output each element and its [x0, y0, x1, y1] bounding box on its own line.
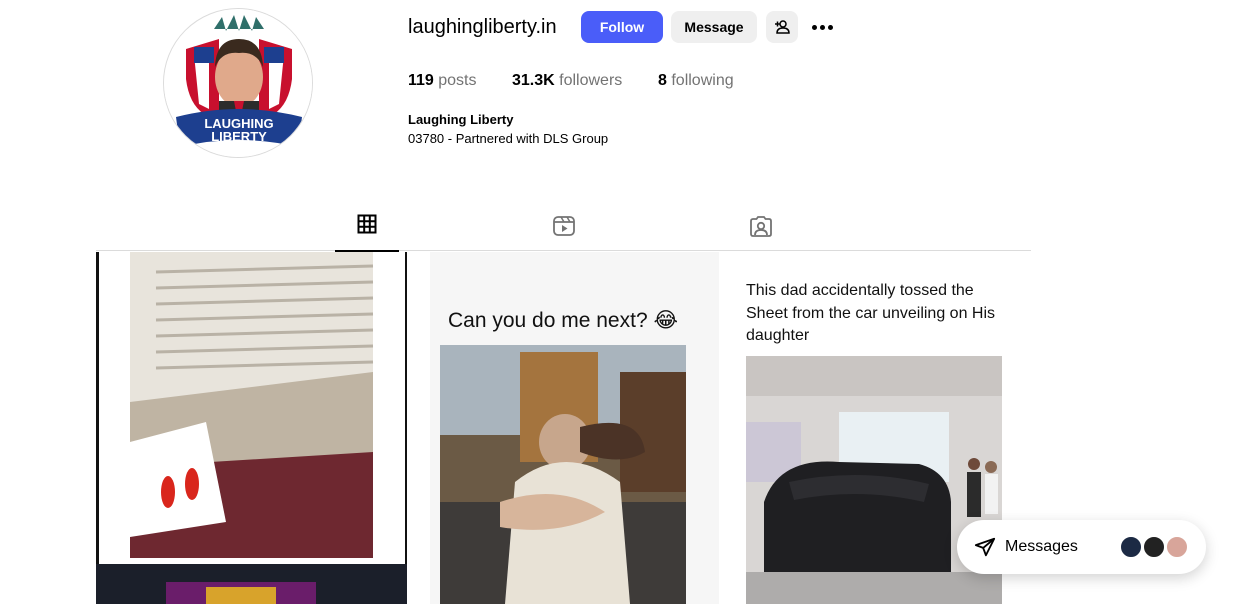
posts-grid-icon [357, 214, 377, 234]
profile-bio: 03780 - Partnered with DLS Group [408, 131, 609, 146]
following-link[interactable]: 8 following [658, 72, 734, 90]
tab-tagged[interactable] [729, 214, 793, 252]
more-options-button[interactable] [808, 14, 836, 40]
reels-icon [553, 216, 575, 236]
tagged-icon [750, 216, 772, 237]
post-thumbnail-2[interactable] [430, 252, 720, 604]
messages-widget[interactable]: Messages [957, 520, 1206, 574]
followers-link[interactable]: 31.3K followers [512, 72, 658, 90]
add-user-icon [775, 20, 790, 34]
suggest-users-button[interactable] [766, 11, 798, 43]
profile-stats: 119 posts 31.3K followers 8 following [408, 72, 734, 90]
post-3-caption: This dad accidentally tossed the Sheet f… [746, 282, 996, 344]
messages-avatar-3 [1165, 535, 1189, 559]
more-dot [827, 24, 833, 30]
more-dot [811, 24, 817, 30]
messages-avatar-2 [1142, 535, 1166, 559]
messages-label: Messages [1005, 538, 1078, 555]
posts-count: 119 posts [408, 72, 477, 89]
message-button[interactable]: Message [671, 11, 757, 43]
post-image [430, 252, 720, 604]
post-thumbnail-1[interactable] [96, 252, 407, 604]
post-image [96, 252, 407, 604]
messages-avatar-1 [1119, 535, 1143, 559]
tab-posts[interactable] [335, 214, 399, 252]
tab-reels[interactable] [532, 214, 596, 252]
post-2-caption: Can you do me next? 😂 [448, 309, 678, 332]
profile-avatar[interactable]: LAUGHING LIBERTY [163, 8, 313, 158]
profile-display-name: Laughing Liberty [408, 112, 514, 127]
more-dot [819, 24, 825, 30]
profile-username: laughingliberty.in [408, 16, 557, 38]
send-icon [974, 537, 996, 557]
follow-button[interactable]: Follow [581, 11, 663, 43]
logo-text: LAUGHING LIBERTY [204, 116, 274, 144]
